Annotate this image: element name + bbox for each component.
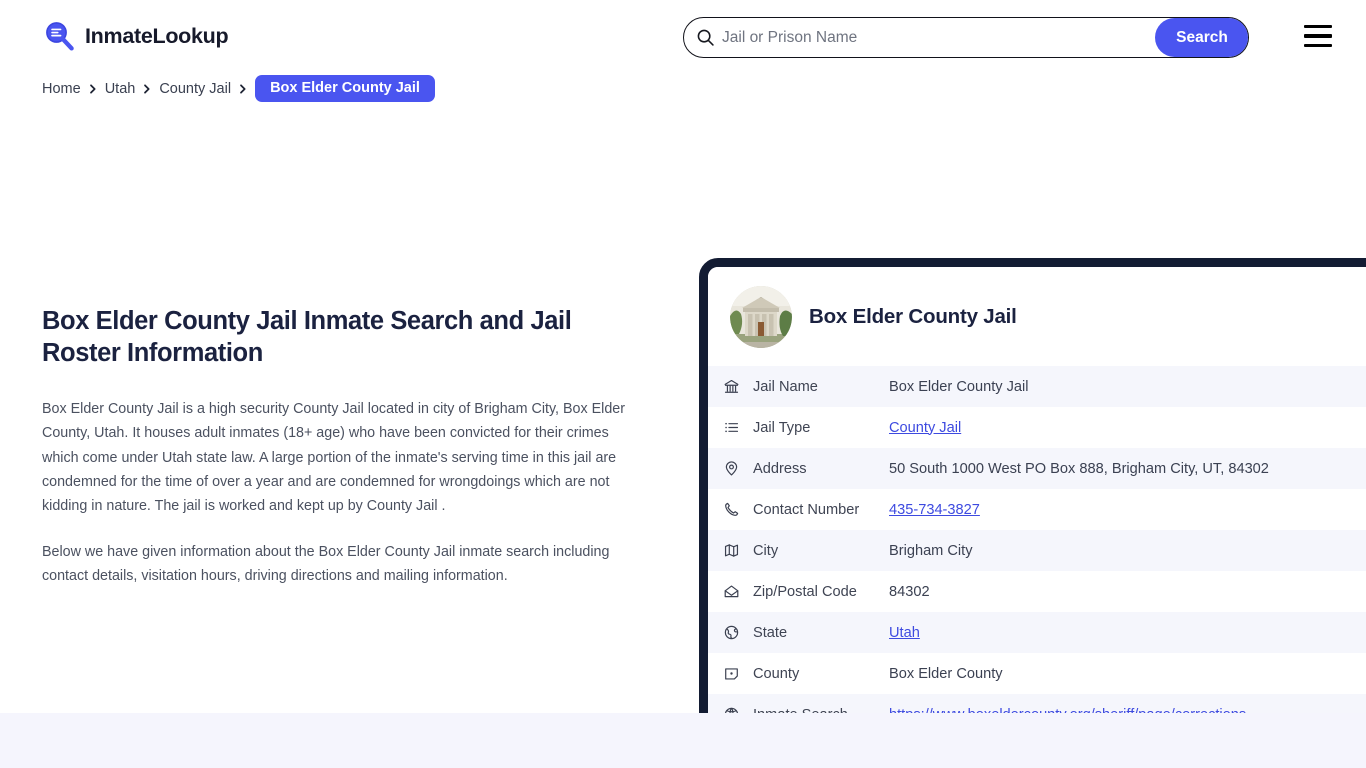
table-row: State Utah	[708, 612, 1366, 653]
header-search-bar: Search	[683, 17, 1249, 58]
jail-card-title: Box Elder County Jail	[809, 305, 1017, 328]
search-input[interactable]	[720, 18, 1155, 57]
row-value: 84302	[889, 583, 930, 600]
breadcrumb-item-home[interactable]: Home	[42, 81, 81, 97]
menu-bar-2	[1304, 34, 1332, 38]
table-row: County Box Elder County	[708, 653, 1366, 694]
intro-paragraph-1: Box Elder County Jail is a high security…	[42, 401, 625, 514]
brand-logo-link[interactable]: InmateLookup	[42, 19, 229, 53]
list-icon	[723, 419, 753, 436]
row-label: Zip/Postal Code	[753, 583, 857, 600]
jail-photo-avatar	[730, 286, 792, 348]
intro-column: Box Elder County Jail Inmate Search and …	[42, 305, 642, 588]
table-row: Address 50 South 1000 West PO Box 888, B…	[708, 448, 1366, 489]
row-value: Brigham City	[889, 542, 973, 559]
site-header: InmateLookup Search	[0, 0, 1366, 72]
chevron-right-icon	[238, 83, 248, 94]
row-value: Box Elder County	[889, 665, 1003, 682]
row-label: Jail Type	[753, 419, 811, 436]
table-row: Jail Type County Jail	[708, 407, 1366, 448]
breadcrumb: Home Utah County Jail Box Elder County J…	[0, 72, 1366, 103]
search-icon	[684, 28, 720, 47]
chevron-right-icon	[142, 83, 152, 94]
table-row: City Brigham City	[708, 530, 1366, 571]
row-value: 50 South 1000 West PO Box 888, Brigham C…	[889, 460, 1269, 477]
jail-info-card-header: Box Elder County Jail	[708, 267, 1366, 366]
menu-bar-3	[1304, 43, 1332, 48]
lower-section-band	[0, 713, 1366, 768]
breadcrumb-current-page: Box Elder County Jail	[255, 74, 435, 103]
row-value-link-state[interactable]: Utah	[889, 625, 920, 641]
phone-icon	[723, 501, 753, 518]
map-icon	[723, 542, 753, 559]
envelope-icon	[723, 583, 753, 600]
globe-state-icon	[723, 624, 753, 641]
menu-bar-1	[1304, 24, 1332, 29]
row-value: Box Elder County Jail	[889, 378, 1029, 395]
main-content: Box Elder County Jail Inmate Search and …	[0, 102, 1366, 744]
table-row: Contact Number 435-734-3827	[708, 489, 1366, 530]
row-label: County	[753, 665, 800, 682]
breadcrumb-item-county-jail[interactable]: County Jail	[159, 81, 231, 97]
row-label: State	[753, 624, 788, 641]
brand-name: InmateLookup	[85, 23, 229, 48]
page-title: Box Elder County Jail Inmate Search and …	[42, 307, 572, 368]
table-row: Jail Name Box Elder County Jail	[708, 366, 1366, 407]
row-label: Address	[753, 460, 807, 477]
magnifier-list-logo-icon	[42, 19, 76, 53]
row-label: Contact Number	[753, 501, 860, 518]
table-row: Zip/Postal Code 84302	[708, 571, 1366, 612]
row-value-link-jail-type[interactable]: County Jail	[889, 420, 961, 436]
row-label: City	[753, 542, 779, 559]
intro-paragraph-2: Below we have given information about th…	[42, 544, 610, 585]
map-pin-icon	[723, 460, 753, 477]
row-value-link-contact-number[interactable]: 435-734-3827	[889, 502, 980, 518]
bank-icon	[723, 378, 753, 395]
hamburger-menu-icon[interactable]	[1304, 23, 1334, 49]
jail-info-card: Box Elder County Jail Jail Name Box Elde…	[699, 258, 1366, 744]
row-label: Jail Name	[753, 378, 818, 395]
county-map-icon	[723, 665, 753, 682]
chevron-right-icon	[88, 83, 98, 94]
breadcrumb-item-utah[interactable]: Utah	[105, 81, 136, 97]
search-button[interactable]: Search	[1155, 18, 1248, 57]
